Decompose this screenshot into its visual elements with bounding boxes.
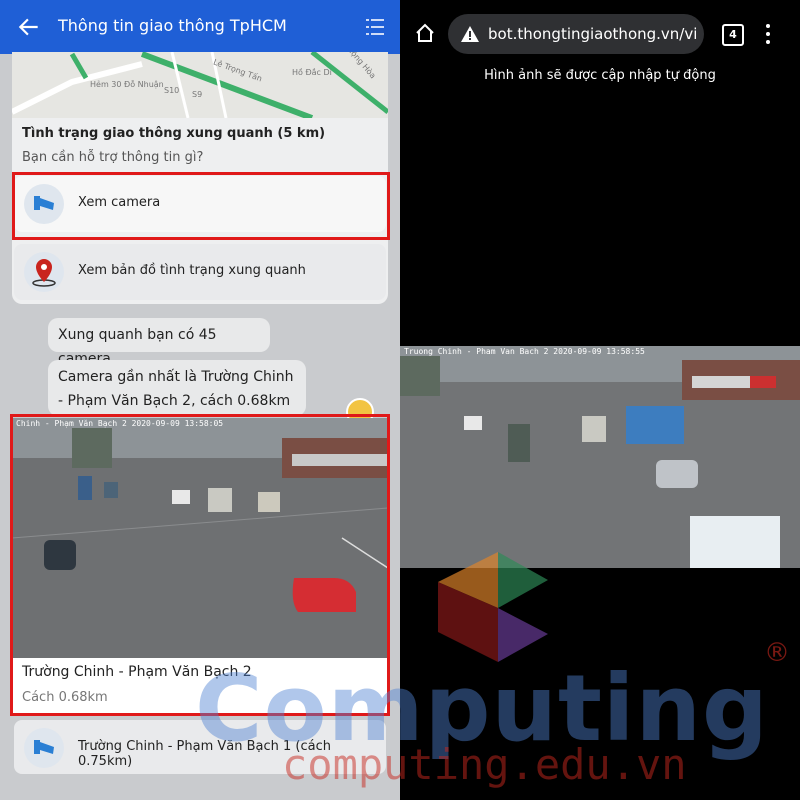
view-map-label: Xem bản đồ tình trạng xung quanh [78, 263, 306, 278]
camera-overlay-text: Truong Chinh - Pham Van Bach 2 2020-09-0… [404, 347, 645, 356]
map-label: S9 [192, 90, 203, 99]
camera-icon [24, 728, 64, 768]
url-text: bot.thongtingiaothong.vn/vi [488, 25, 698, 43]
menu-list-icon[interactable] [364, 16, 386, 38]
back-arrow-icon[interactable] [16, 14, 42, 40]
chat-bubble: Xung quanh bạn có 45 camera [48, 318, 270, 367]
highlight-frame [12, 172, 390, 240]
tab-count-button[interactable]: 4 [722, 24, 744, 46]
map-label: S10 [164, 86, 180, 95]
app-bar: Thông tin giao thông TpHCM [0, 0, 400, 54]
app-title: Thông tin giao thông TpHCM [58, 16, 287, 35]
view-map-button[interactable]: Xem bản đồ tình trạng xung quanh [14, 244, 386, 300]
browser-toolbar: bot.thongtingiaothong.vn/vi 4 [400, 0, 800, 64]
camera-live-image: Truong Chinh - Pham Van Bach 2 2020-09-0… [400, 346, 800, 568]
chat-bubble: Camera gần nhất là Trường Chinh - Phạm V… [48, 360, 306, 416]
registered-mark: ® [764, 638, 790, 668]
auto-update-notice: Hình ảnh sẽ được cập nhập tự động [484, 68, 716, 83]
warning-icon[interactable] [460, 24, 480, 44]
home-icon[interactable] [414, 22, 436, 44]
watermark-url: computing.edu.vn [282, 740, 687, 789]
map-roads [12, 52, 388, 118]
map-label: Hẻm 30 Đỗ Nhuận [90, 80, 164, 89]
map-pin-icon [24, 252, 64, 292]
computing-logo-icon [438, 552, 548, 662]
address-bar[interactable]: bot.thongtingiaothong.vn/vi [448, 14, 704, 54]
map-label: Hồ Đắc Di [292, 68, 332, 77]
more-options-icon[interactable] [764, 22, 772, 46]
traffic-map-preview[interactable]: Hẻm 30 Đỗ Nhuận Lê Trọng Tấn Hồ Đắc Di C… [12, 52, 388, 118]
help-question: Bạn cần hỗ trợ thông tin gì? [22, 150, 204, 165]
status-title: Tình trạng giao thông xung quanh (5 km) [22, 126, 326, 141]
